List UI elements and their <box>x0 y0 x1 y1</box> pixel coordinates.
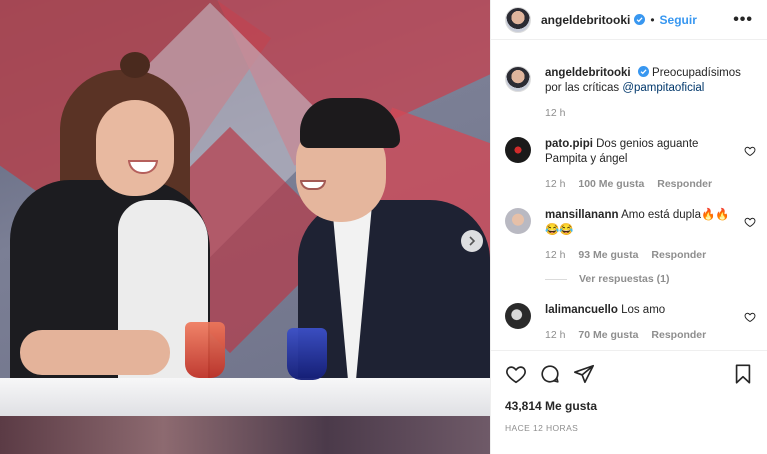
man-suit <box>298 200 490 400</box>
likes-count[interactable]: 43,814 Me gusta <box>505 399 754 413</box>
commenter-avatar[interactable] <box>505 208 531 234</box>
view-replies-button[interactable]: Ver respuestas (1) <box>545 273 754 285</box>
comment-time: 12 h <box>545 178 566 190</box>
follow-button[interactable]: Seguir <box>660 13 697 27</box>
blue-glass <box>287 328 327 380</box>
replies-divider <box>545 278 567 280</box>
comment-icon[interactable] <box>539 363 561 385</box>
caption-avatar[interactable] <box>505 66 531 92</box>
verified-badge-icon <box>634 14 646 25</box>
reply-button[interactable]: Responder <box>651 329 706 341</box>
comment-like-heart-icon[interactable] <box>744 216 756 228</box>
caption-username[interactable]: angeldebritooki <box>545 67 631 79</box>
action-icons <box>505 361 754 387</box>
comment-likes[interactable]: 100 Me gusta <box>578 178 644 190</box>
caption: angeldebritooki Preocupadísimos por las … <box>505 66 754 121</box>
share-icon[interactable] <box>573 363 595 385</box>
separator-dot: • <box>650 12 655 27</box>
author-avatar[interactable] <box>505 6 531 33</box>
comment-meta: 12 h 100 Me gusta Responder <box>545 177 741 192</box>
comment-likes[interactable]: 93 Me gusta <box>578 249 638 261</box>
comment-time: 12 h <box>545 249 566 261</box>
view-replies-label: Ver respuestas (1) <box>579 273 670 285</box>
more-options-icon[interactable]: ••• <box>733 11 753 29</box>
comment-meta: 12 h 93 Me gusta Responder <box>545 248 741 263</box>
comment-username[interactable]: mansillanann <box>545 209 619 221</box>
woman-arm <box>20 330 170 375</box>
caption-meta: 12 h <box>545 106 741 121</box>
caption-mention[interactable]: @pampitaoficial <box>622 82 704 94</box>
post-panel: angeldebritooki • Seguir ••• angeldebrit… <box>490 0 767 454</box>
chevron-right-icon <box>469 236 476 246</box>
verified-badge-icon <box>637 66 649 77</box>
bookmark-icon[interactable] <box>732 363 754 385</box>
desk <box>0 378 490 418</box>
post-header: angeldebritooki • Seguir ••• <box>491 0 767 40</box>
comment-text: Los amo <box>621 304 666 316</box>
woman-hair-bun <box>120 52 150 78</box>
commenter-avatar[interactable] <box>505 303 531 329</box>
red-glass <box>185 322 225 378</box>
reply-button[interactable]: Responder <box>651 249 706 261</box>
caption-time: 12 h <box>545 107 566 119</box>
comment-meta: 12 h 70 Me gusta Responder <box>545 328 741 343</box>
desk-front <box>0 416 490 454</box>
comment-item: lalimancuello Los amo 12 h 70 Me gusta R… <box>505 303 756 343</box>
comment-username[interactable]: lalimancuello <box>545 304 618 316</box>
post-actions: 43,814 Me gusta HACE 12 HORAS <box>491 350 767 454</box>
comment-likes[interactable]: 70 Me gusta <box>578 329 638 341</box>
comment-like-heart-icon[interactable] <box>744 145 756 157</box>
comment-time: 12 h <box>545 329 566 341</box>
heart-icon[interactable] <box>505 363 527 385</box>
author-username[interactable]: angeldebritooki <box>541 13 630 27</box>
post-photo[interactable] <box>0 0 490 454</box>
comment-item: mansillanann Amo está dupla🔥🔥😂😂 12 h 93 … <box>505 208 756 263</box>
comment-item: pato.pipi Dos genios aguante Pampita y á… <box>505 137 756 192</box>
reply-button[interactable]: Responder <box>657 178 712 190</box>
woman-face <box>96 100 174 196</box>
comment-username[interactable]: pato.pipi <box>545 138 593 150</box>
comments-list[interactable]: angeldebritooki Preocupadísimos por las … <box>491 52 767 348</box>
post-timestamp: HACE 12 HORAS <box>505 423 579 433</box>
commenter-avatar[interactable] <box>505 137 531 163</box>
next-photo-button[interactable] <box>461 230 483 252</box>
comment-like-heart-icon[interactable] <box>744 311 756 323</box>
